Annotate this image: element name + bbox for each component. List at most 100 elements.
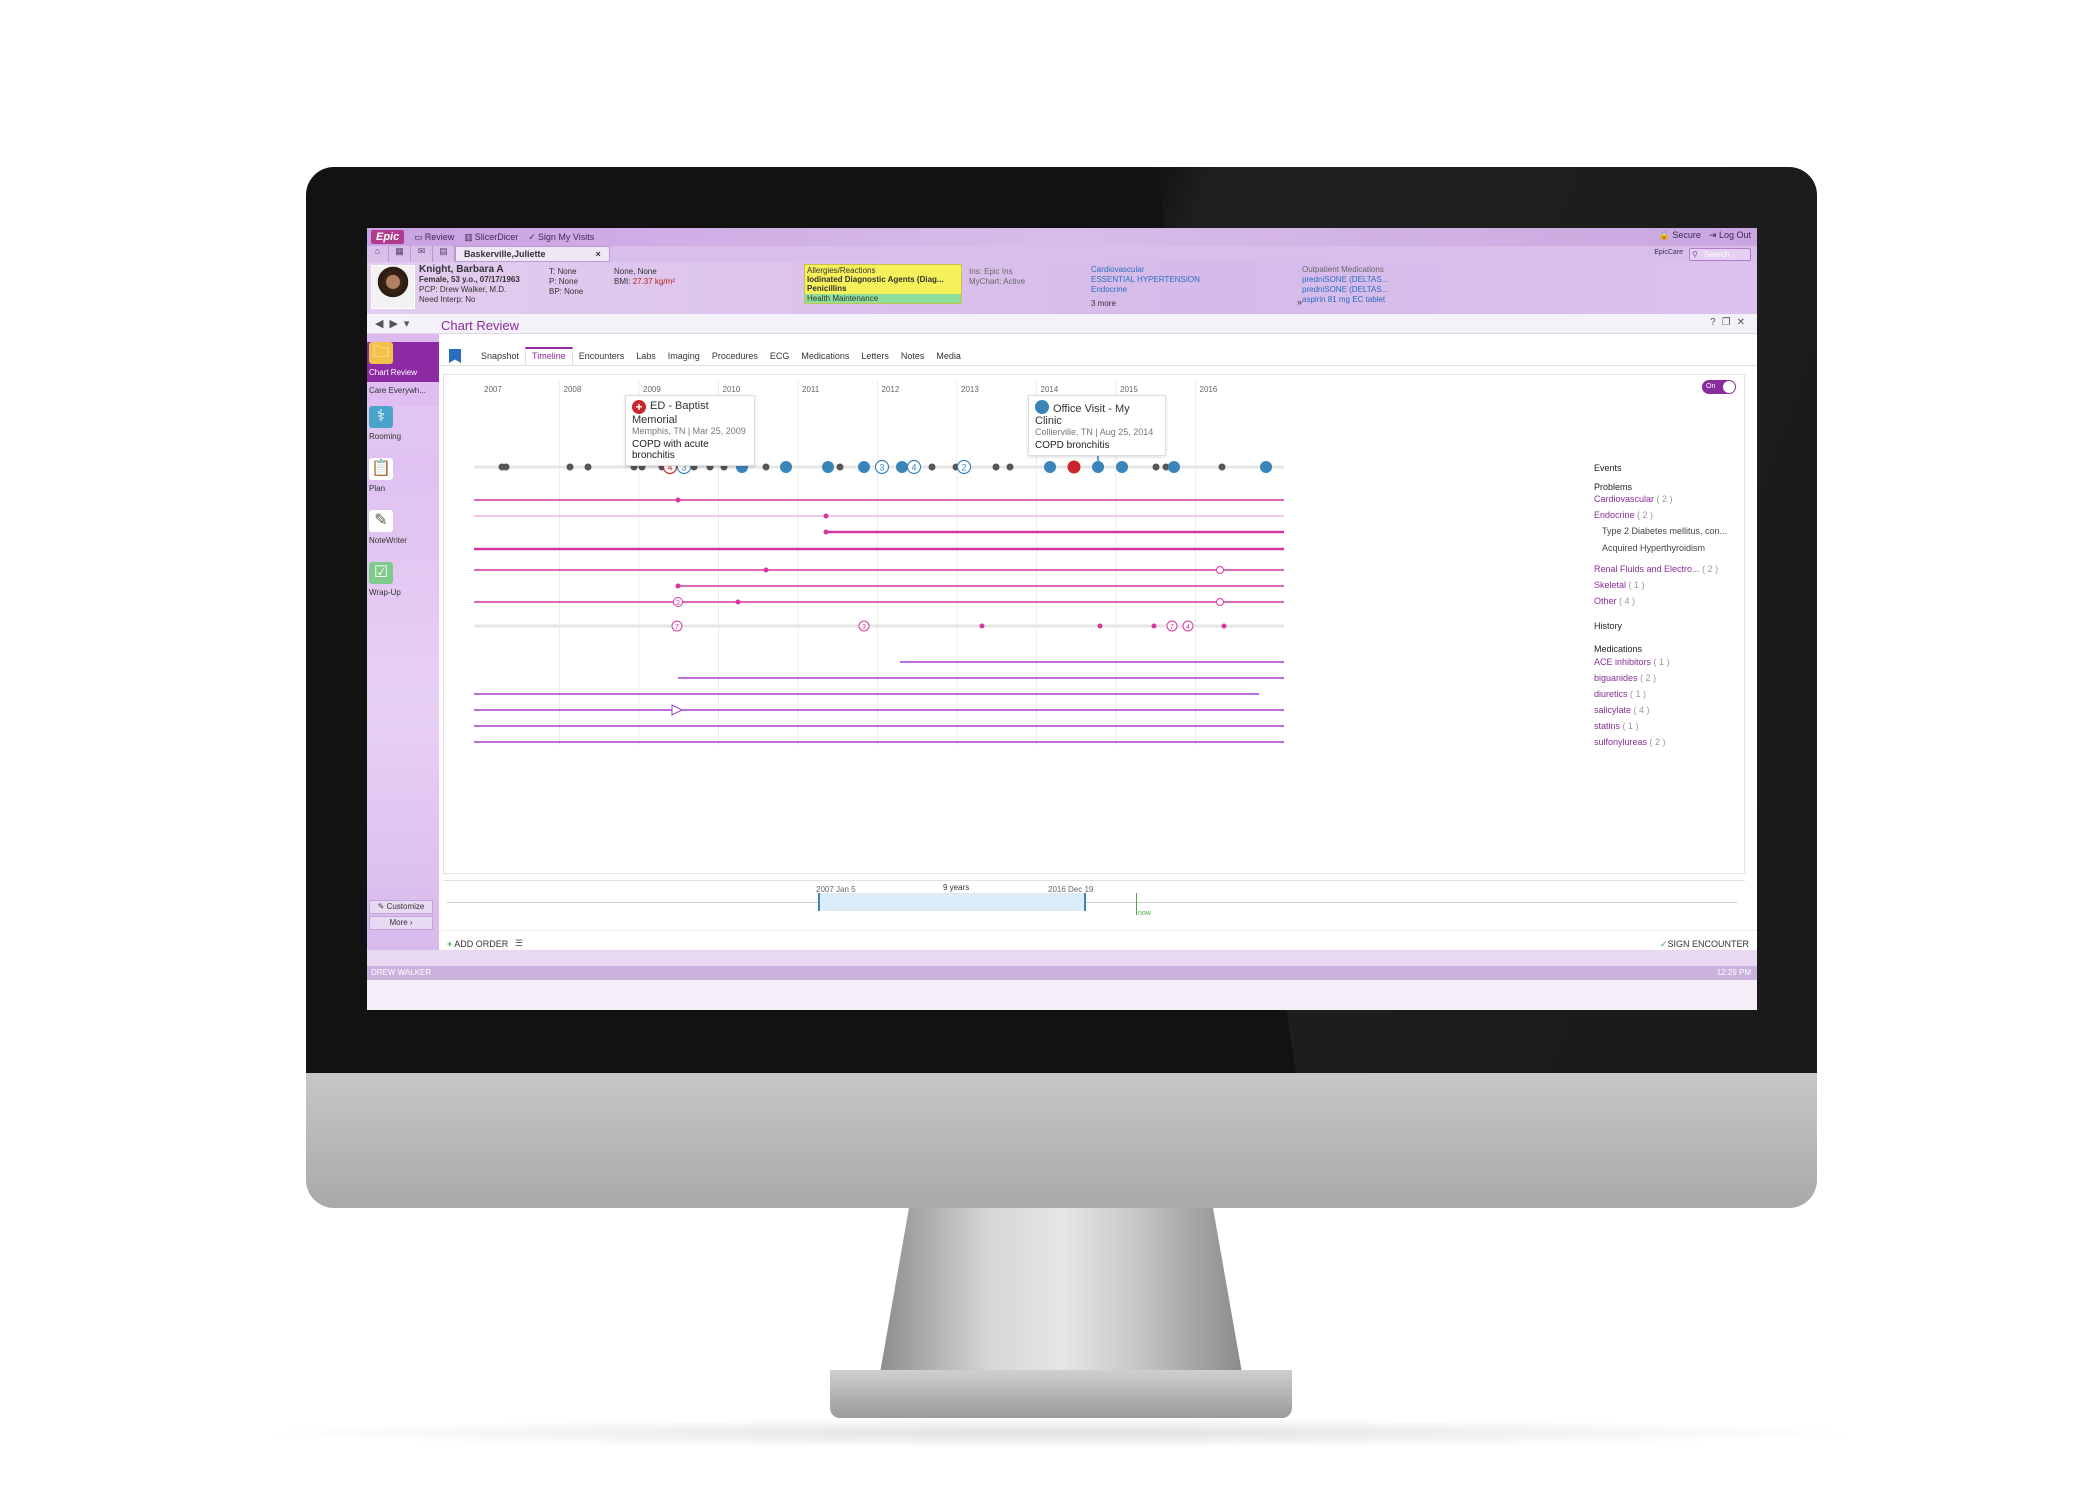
tab-encounters[interactable]: Encounters <box>573 349 631 365</box>
outpatient-meds: Outpatient Medications predniSONE (DELTA… <box>1302 265 1388 305</box>
med-count: ( 2 ) <box>1649 737 1666 747</box>
encounter-icon <box>858 461 870 473</box>
sidebar-item-chart-review[interactable]: 🗀 Chart Review <box>367 342 439 382</box>
window-controls[interactable]: ?❐✕ <box>1710 317 1751 328</box>
sidebar-item-notewriter[interactable]: ✎ NoteWriter <box>367 510 439 558</box>
stethoscope-icon: ⚕ <box>369 406 393 428</box>
med-name: salicylate <box>1594 705 1632 715</box>
vital-p: P: None <box>549 277 578 286</box>
health-maintenance[interactable]: Health Maintenance <box>805 294 961 303</box>
med-3[interactable]: aspirin 81 mg EC tablet <box>1302 295 1385 304</box>
calendar-icon[interactable]: ▤ <box>433 246 455 262</box>
allergies-box[interactable]: Allergies/Reactions Iodinated Diagnostic… <box>804 264 962 304</box>
event-count-text: 3 <box>879 463 884 473</box>
endocrine-sub-2[interactable]: Acquired Hyperthyroidism <box>1602 543 1705 553</box>
more-button[interactable]: More › <box>369 916 433 930</box>
bookmark-icon[interactable] <box>449 349 461 363</box>
problem-3[interactable]: Endocrine <box>1091 285 1127 294</box>
epic-toolbar: Epic ▭ Review ▥ SlicerDicer ✓ Sign My Visit… <box>367 228 1757 246</box>
tab-notes[interactable]: Notes <box>895 349 931 365</box>
med-name: sulfonylureas <box>1594 737 1648 747</box>
tab-ecg[interactable]: ECG <box>764 349 796 365</box>
close-icon[interactable]: × <box>596 249 601 259</box>
tab-imaging[interactable]: Imaging <box>662 349 706 365</box>
person-icon <box>836 463 844 471</box>
problem-cardiovascular[interactable]: Cardiovascular ( 2 ) <box>1594 494 1673 504</box>
problem-other[interactable]: Other ( 4 ) <box>1594 596 1635 606</box>
monitor-foot <box>830 1370 1292 1418</box>
med-diuretics[interactable]: diuretics ( 1 ) <box>1594 689 1646 699</box>
customize-button[interactable]: ✎ Customize <box>369 900 433 914</box>
epic-menu-button[interactable]: Epic <box>371 230 405 244</box>
order-list-icon[interactable]: ☰ <box>515 938 523 949</box>
logout-button[interactable]: ⇥ Log Out <box>1709 230 1751 241</box>
med-statins[interactable]: statins ( 1 ) <box>1594 721 1639 731</box>
med-biguanides[interactable]: biguanides ( 2 ) <box>1594 673 1656 683</box>
sign-visits-button[interactable]: ✓ Sign My Visits <box>528 232 594 243</box>
history-arrows[interactable]: ◀▶▾ <box>375 317 415 330</box>
more-link[interactable]: 3 more <box>1091 299 1116 308</box>
tab-medications[interactable]: Medications <box>795 349 855 365</box>
schedule-icon[interactable]: ▦ <box>389 246 411 262</box>
med-2[interactable]: predniSONE (DELTAS... <box>1302 285 1388 294</box>
tab-procedures[interactable]: Procedures <box>706 349 764 365</box>
allergies-title: Allergies/Reactions <box>807 266 876 275</box>
tab-letters[interactable]: Letters <box>855 349 895 365</box>
ed-encounter-icon <box>1067 460 1081 474</box>
problem-1[interactable]: Cardiovascular <box>1091 265 1144 274</box>
sidebar-item-wrap-up[interactable]: ☑ Wrap-Up <box>367 562 439 610</box>
emergency-icon: + <box>632 400 646 414</box>
patient-tabbar: ⌂ ▦ ✉ ▤ Baskerville,Juliette × EpicCare <box>367 246 1757 262</box>
history-point <box>979 623 985 629</box>
sidebar-item-plan[interactable]: 📋 Plan <box>367 458 439 506</box>
inbox-icon[interactable]: ✉ <box>411 246 433 262</box>
secure-button[interactable]: 🔒 Secure <box>1659 230 1701 241</box>
weight-value: None, None <box>614 267 657 276</box>
encounter-icon <box>780 461 792 473</box>
tab-timeline[interactable]: Timeline <box>525 347 573 365</box>
sidebar-item-rooming[interactable]: ⚕ Rooming <box>367 406 439 454</box>
tab-media[interactable]: Media <box>930 349 967 365</box>
search-input[interactable]: ⚲ Search <box>1689 248 1751 261</box>
med-salicylate[interactable]: salicylate ( 4 ) <box>1594 705 1650 715</box>
med-ace-inhibitors[interactable]: ACE inhibitors ( 1 ) <box>1594 657 1670 667</box>
endocrine-sub-1[interactable]: Type 2 Diabetes mellitus, con... <box>1602 526 1727 536</box>
problem-skeletal[interactable]: Skeletal ( 1 ) <box>1594 580 1645 590</box>
problem-2[interactable]: ESSENTIAL HYPERTENSION <box>1091 275 1200 284</box>
slicerdicer-button[interactable]: ▥ SlicerDicer <box>464 232 518 243</box>
event-count-text: 4 <box>911 463 916 473</box>
med-name: statins <box>1594 721 1621 731</box>
tab-snapshot[interactable]: Snapshot <box>475 349 525 365</box>
sign-encounter-button[interactable]: ✓SIGN ENCOUNTER <box>1660 939 1749 950</box>
person-icon <box>928 463 936 471</box>
problem-endocrine[interactable]: Endocrine ( 2 ) <box>1594 510 1653 520</box>
history-badge-text: 7 <box>675 624 679 631</box>
problem-renal[interactable]: Renal Fluids and Electro... ( 2 ) <box>1594 564 1718 574</box>
ed-visit-popup[interactable]: + ED - Baptist Memorial Memphis, TN | Mar… <box>625 395 755 466</box>
encounter-icon <box>896 461 908 473</box>
home-icon[interactable]: ⌂ <box>367 246 389 262</box>
med-count: ( 1 ) <box>1653 657 1670 667</box>
outpatient-title: Outpatient Medications <box>1302 265 1384 274</box>
slicerdicer-label: SlicerDicer <box>474 232 519 242</box>
review-button[interactable]: ▭ Review <box>414 232 454 243</box>
allergy-1: Iodinated Diagnostic Agents (Diag... <box>807 275 944 284</box>
toolbar-right: 🔒 Secure ⇥ Log Out <box>1659 230 1751 241</box>
office-visit-popup[interactable]: Office Visit - My Clinic Collierville, T… <box>1028 395 1166 456</box>
med-1[interactable]: predniSONE (DELTAS... <box>1302 275 1388 284</box>
med-sulfonylureas[interactable]: sulfonylureas ( 2 ) <box>1594 737 1666 747</box>
chart-icon: ▥ <box>464 231 473 242</box>
range-window[interactable] <box>818 893 1086 911</box>
add-order-button[interactable]: + ADD ORDER <box>447 939 508 949</box>
monitor-shadow <box>250 1418 1870 1448</box>
patient-tab[interactable]: Baskerville,Juliette × <box>455 246 610 262</box>
patient-tab-label: Baskerville,Juliette <box>464 249 546 259</box>
person-icon <box>584 463 592 471</box>
tab-labs[interactable]: Labs <box>630 349 662 365</box>
med-name: ACE inhibitors <box>1594 657 1652 667</box>
sidebar-item-care-everywhere[interactable]: Care Everywh... <box>367 386 439 395</box>
events-label: Events <box>1594 463 1622 473</box>
more-label: More <box>389 918 408 927</box>
med-name: diuretics <box>1594 689 1628 699</box>
page-title: Chart Review <box>441 318 520 333</box>
